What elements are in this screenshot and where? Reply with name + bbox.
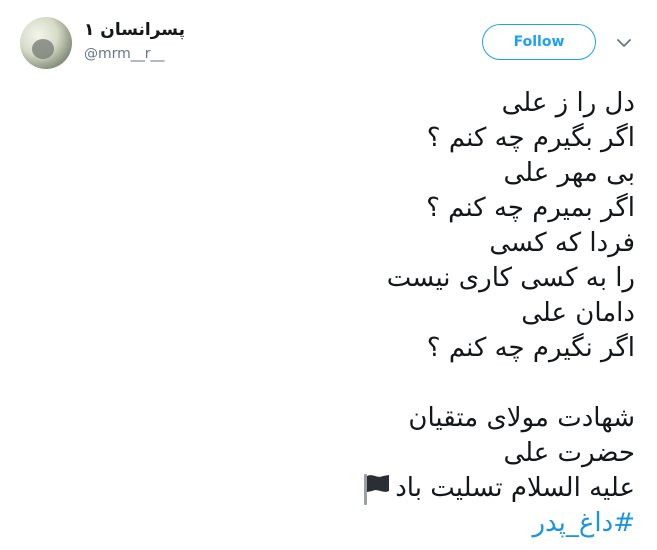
- tweet-card: پسرانسان ۱ @mrm__r__ Follow دل را ز علی …: [0, 0, 657, 550]
- follow-button[interactable]: Follow: [482, 24, 596, 60]
- tweet-line: بی مهر علی: [503, 158, 636, 188]
- tweet-line-with-flag: علیه السلام تسلیت باد: [75, 471, 635, 506]
- tweet-line: دامان علی: [521, 298, 635, 328]
- tweet-line: اگر نگیرم چه کنم ؟: [426, 333, 635, 363]
- tweet-line: اگر بمیرم چه کنم ؟: [426, 193, 635, 223]
- tweet-line-hashtag: #داغ_پدر: [75, 506, 635, 541]
- avatar[interactable]: [20, 17, 72, 69]
- tweet-line: حضرت علی: [503, 438, 636, 468]
- display-name[interactable]: پسرانسان ۱: [84, 20, 194, 40]
- chevron-down-icon: [617, 38, 631, 47]
- more-options-button[interactable]: [614, 34, 634, 52]
- hashtag-link[interactable]: #داغ_پدر: [532, 508, 635, 538]
- tweet-line-text: علیه السلام تسلیت باد: [395, 473, 635, 503]
- tweet-line: دل را ز علی: [501, 88, 635, 118]
- black-flag-icon: [364, 473, 390, 505]
- tweet-line: را به کسی کاری نیست: [386, 263, 635, 293]
- tweet-line: اگر بگیرم چه کنم ؟: [426, 123, 635, 153]
- tweet-line: شهادت مولای متقیان: [408, 403, 635, 433]
- tweet-line: فردا که کسی: [489, 228, 635, 258]
- avatar-image-detail: [32, 39, 54, 59]
- tweet-text: دل را ز علی اگر بگیرم چه کنم ؟ بی مهر عل…: [75, 86, 635, 541]
- user-handle[interactable]: @mrm__r__: [84, 46, 165, 62]
